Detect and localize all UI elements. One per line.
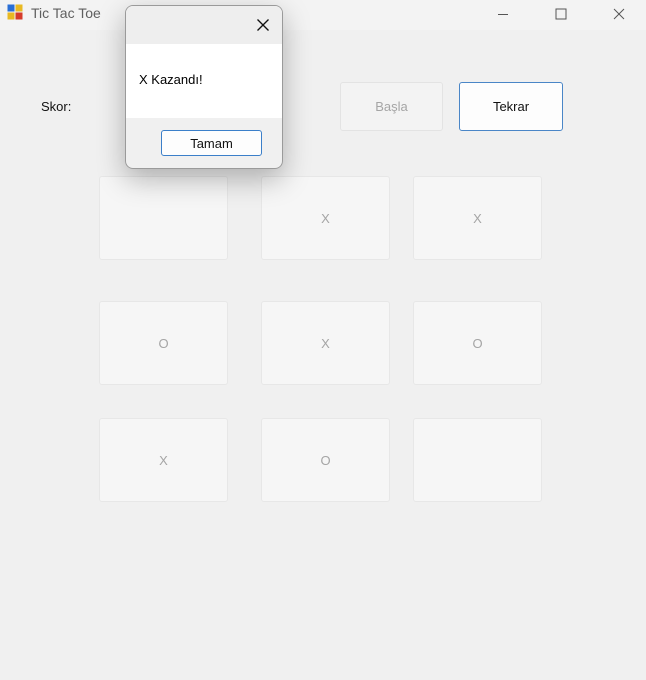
- message-box: X Kazandı! Tamam: [125, 5, 283, 169]
- window-title: Tic Tac Toe: [31, 5, 101, 21]
- minimize-button[interactable]: [480, 0, 526, 28]
- board-cell[interactable]: [413, 418, 542, 502]
- board-cell[interactable]: [99, 176, 228, 260]
- maximize-icon: [555, 8, 567, 20]
- app-icon: [7, 4, 23, 20]
- board-cell[interactable]: O: [261, 418, 390, 502]
- message-box-body: X Kazandı!: [126, 44, 282, 118]
- board-cell[interactable]: O: [99, 301, 228, 385]
- board-cell[interactable]: X: [413, 176, 542, 260]
- start-button[interactable]: Başla: [340, 82, 443, 131]
- board-cell[interactable]: X: [99, 418, 228, 502]
- score-label: Skor:: [41, 99, 72, 114]
- minimize-icon: [498, 14, 508, 15]
- message-text: X Kazandı!: [139, 72, 203, 87]
- ok-button[interactable]: Tamam: [161, 130, 262, 156]
- board-cell[interactable]: X: [261, 176, 390, 260]
- title-bar: Tic Tac Toe: [0, 0, 646, 30]
- board-cell[interactable]: X: [261, 301, 390, 385]
- message-box-title-bar: [126, 6, 282, 44]
- close-icon: [613, 8, 625, 20]
- message-box-close-button[interactable]: [252, 14, 274, 36]
- close-window-button[interactable]: [596, 0, 642, 28]
- maximize-button[interactable]: [538, 0, 584, 28]
- restart-button[interactable]: Tekrar: [459, 82, 563, 131]
- close-icon: [257, 19, 269, 31]
- board-cell[interactable]: O: [413, 301, 542, 385]
- main-window: Tic Tac Toe Skor: Başla Tekrar X X O X O…: [0, 0, 646, 680]
